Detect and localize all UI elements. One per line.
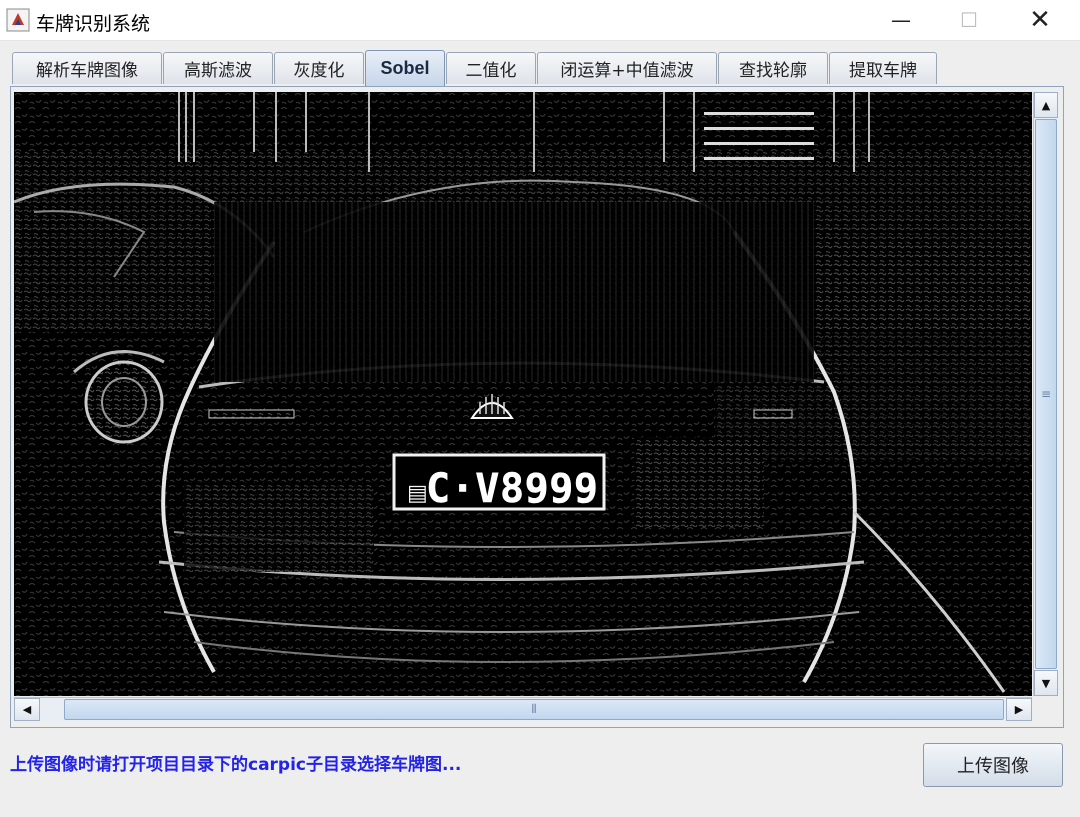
minimize-button[interactable]: —	[866, 0, 936, 40]
tab-grayscale[interactable]: 灰度化	[274, 52, 364, 84]
arrow-left-icon: ◀	[22, 703, 32, 716]
arrow-up-icon: ▲	[1041, 98, 1051, 112]
tab-extract-plate[interactable]: 提取车牌	[829, 52, 937, 84]
grip-icon: ⦀	[531, 702, 537, 716]
tab-binarize[interactable]: 二值化	[446, 52, 536, 84]
vertical-scroll-thumb[interactable]: ≡	[1035, 119, 1057, 669]
upload-image-button[interactable]: 上传图像	[923, 743, 1063, 787]
minimize-icon: —	[891, 8, 911, 32]
tab-parse-image[interactable]: 解析车牌图像	[12, 52, 162, 84]
arrow-right-icon: ▶	[1014, 703, 1024, 716]
sobel-image-viewport[interactable]: ▤ C·V8999	[14, 92, 1032, 696]
title-bar: 车牌识别系统 — ☐ ✕	[0, 0, 1080, 41]
sobel-edge-image: ▤ C·V8999	[14, 92, 1032, 696]
tab-sobel[interactable]: Sobel	[365, 50, 445, 86]
plate-text: C·V8999	[426, 466, 598, 512]
scroll-down-button[interactable]: ▼	[1034, 670, 1058, 696]
close-button[interactable]: ✕	[1005, 0, 1075, 40]
upload-hint-text: 上传图像时请打开项目目录下的carpic子目录选择车牌图...	[10, 755, 462, 775]
scroll-right-button[interactable]: ▶	[1006, 698, 1032, 721]
scroll-up-button[interactable]: ▲	[1034, 92, 1058, 118]
tab-gaussian-filter[interactable]: 高斯滤波	[163, 52, 273, 84]
window-title: 车牌识别系统	[36, 13, 151, 35]
scroll-left-button[interactable]: ◀	[14, 698, 40, 721]
vertical-scrollbar[interactable]: ▲ ≡ ▼	[1033, 92, 1059, 696]
grip-icon: ≡	[1040, 387, 1052, 401]
horizontal-scrollbar[interactable]: ◀ ⦀ ▶	[14, 697, 1032, 721]
horizontal-scroll-thumb[interactable]: ⦀	[64, 699, 1004, 720]
tab-find-contours[interactable]: 查找轮廓	[718, 52, 828, 84]
plate-prefix-glyph: ▤	[407, 481, 428, 506]
close-icon: ✕	[1029, 5, 1051, 35]
scrollbar-corner	[1033, 697, 1059, 721]
tab-closing-median[interactable]: 闭运算+中值滤波	[537, 52, 717, 84]
arrow-down-icon: ▼	[1041, 676, 1051, 690]
maximize-icon: ☐	[960, 8, 978, 32]
java-app-icon	[6, 8, 30, 32]
maximize-button[interactable]: ☐	[934, 0, 1004, 40]
